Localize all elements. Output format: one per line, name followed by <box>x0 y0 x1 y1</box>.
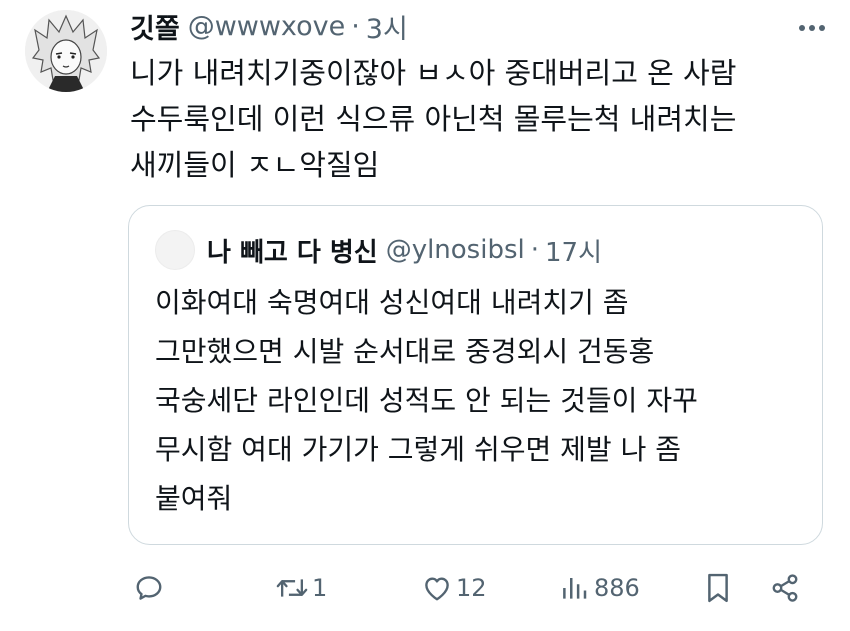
author-avatar[interactable] <box>25 10 107 92</box>
like-button[interactable]: 12 <box>422 566 487 610</box>
tweet-text: 니가 내려치기중이잖아 ㅂㅅ아 중대버리고 온 사람 수두룩인데 이런 식으류 … <box>130 50 820 188</box>
quoted-tweet-text: 이화여대 숙명여대 성신여대 내려치기 좀 그만했으면 시발 순서대로 중경외시… <box>155 278 805 523</box>
bookmark-button[interactable] <box>704 566 732 610</box>
quoted-text-line: 이화여대 숙명여대 성신여대 내려치기 좀 <box>155 286 629 319</box>
quoted-text-line: 국숭세단 라인인데 성적도 안 되는 것들이 자꾸 <box>155 384 698 417</box>
author-handle[interactable]: @wwwxove <box>188 11 346 42</box>
quoted-text-line: 붙여줘 <box>155 482 233 515</box>
tweet-text-line: 수두룩인데 이런 식으류 아닌척 몰루는척 내려치는 <box>130 102 737 136</box>
quoted-text-line: 무시함 여대 가기가 그렇게 쉬우면 제발 나 좀 <box>155 433 681 466</box>
quoted-author-avatar[interactable] <box>155 230 195 270</box>
like-count: 12 <box>456 574 487 602</box>
reply-icon <box>136 576 162 600</box>
tweet-header: 깃쫄 @wwwxove · 3시 <box>130 6 408 46</box>
share-icon <box>772 574 798 602</box>
retweet-button[interactable]: 1 <box>276 566 327 610</box>
views-count: 886 <box>594 574 640 602</box>
share-button[interactable] <box>770 566 800 610</box>
more-icon <box>799 25 825 31</box>
tweet-timestamp[interactable]: 3시 <box>366 7 408 46</box>
quoted-tweet-card[interactable]: 나 빼고 다 병신 @ylnosibsl · 17시 이화여대 숙명여대 성신여… <box>128 205 823 545</box>
quoted-author-display-name: 나 빼고 다 병신 <box>207 237 378 268</box>
quoted-text-line: 그만했으면 시발 순서대로 중경외시 건동홍 <box>155 335 655 368</box>
quoted-header-separator: · <box>530 235 539 265</box>
reply-button[interactable] <box>134 566 168 610</box>
bookmark-icon <box>708 573 728 603</box>
author-display-name[interactable]: 깃쫄 <box>130 7 180 46</box>
quoted-author-handle: @ylnosibsl <box>385 235 525 265</box>
views-icon <box>563 578 587 599</box>
tweet-text-line: 새끼들이 ㅈㄴ악질임 <box>130 148 380 182</box>
retweet-icon <box>276 579 308 597</box>
tweet: 깃쫄 @wwwxove · 3시 니가 내려치기중이잖아 ㅂㅅ아 중대버리고 온… <box>0 0 850 631</box>
tweet-action-bar: 1 12 886 <box>130 566 810 610</box>
views-button[interactable]: 886 <box>560 566 640 610</box>
heart-icon <box>425 577 449 601</box>
header-separator: · <box>351 10 360 42</box>
quoted-tweet-header: 나 빼고 다 병신 @ylnosibsl · 17시 <box>207 230 602 270</box>
quoted-tweet-timestamp: 17시 <box>545 237 603 268</box>
tweet-text-line: 니가 내려치기중이잖아 ㅂㅅ아 중대버리고 온 사람 <box>130 56 737 90</box>
retweet-count: 1 <box>312 574 328 602</box>
more-options-button[interactable] <box>796 12 828 44</box>
